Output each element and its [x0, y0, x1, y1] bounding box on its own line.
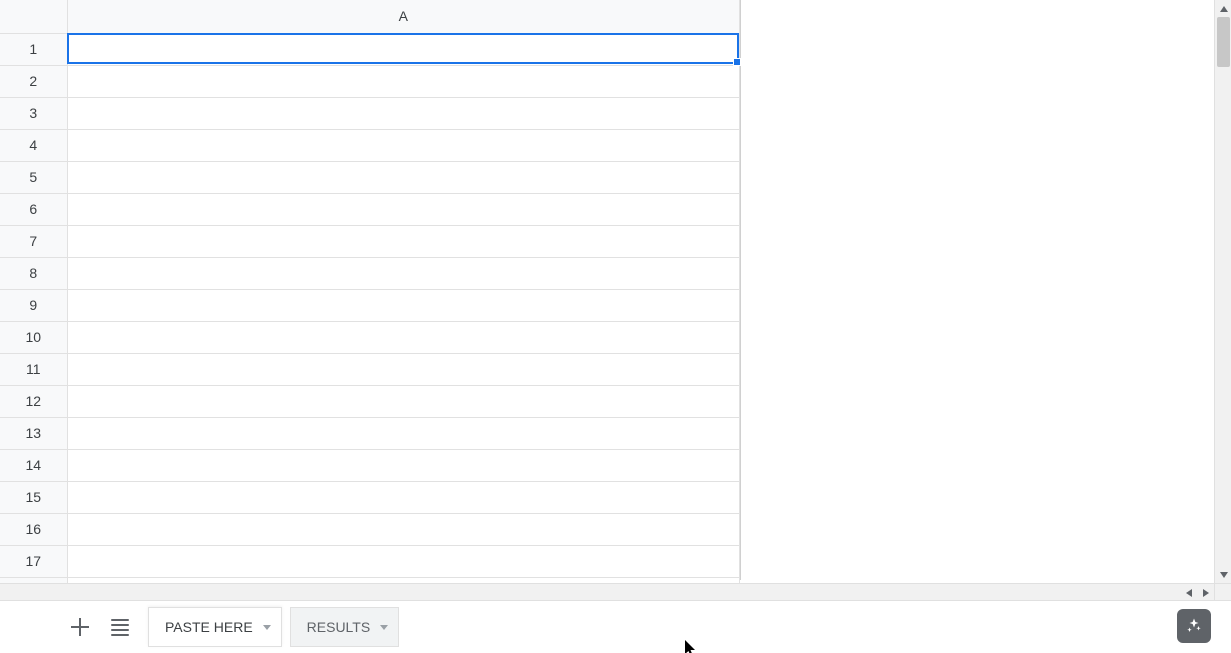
chevron-down-icon[interactable]	[380, 625, 388, 630]
select-all-corner[interactable]	[0, 0, 67, 33]
row-header[interactable]: 10	[0, 321, 67, 353]
row-header[interactable]: 8	[0, 257, 67, 289]
cell-A6[interactable]	[67, 193, 740, 225]
sheet-tab-label: RESULTS	[307, 619, 371, 635]
row-header[interactable]: 12	[0, 385, 67, 417]
row-header[interactable]: 9	[0, 289, 67, 321]
vertical-scrollbar[interactable]	[1214, 0, 1231, 583]
cell-A15[interactable]	[67, 481, 740, 513]
cell-A7[interactable]	[67, 225, 740, 257]
cell-A1[interactable]	[67, 33, 740, 65]
row-header[interactable]: 1	[0, 33, 67, 65]
spreadsheet-viewport: A 1 2 3 4 5 6 7 8 9 10 11 12 13 14 15 16…	[0, 0, 1214, 600]
row-header[interactable]: 4	[0, 129, 67, 161]
sheet-tab-label: PASTE HERE	[165, 619, 253, 635]
cell-A4[interactable]	[67, 129, 740, 161]
plus-icon	[71, 618, 89, 636]
horizontal-scrollbar[interactable]	[0, 583, 1214, 600]
add-sheet-button[interactable]	[60, 607, 100, 647]
scroll-down-button[interactable]	[1215, 566, 1231, 583]
row-header[interactable]: 7	[0, 225, 67, 257]
row-header[interactable]: 2	[0, 65, 67, 97]
cell-A3[interactable]	[67, 97, 740, 129]
cell-A2[interactable]	[67, 65, 740, 97]
cell-A8[interactable]	[67, 257, 740, 289]
cell-A13[interactable]	[67, 417, 740, 449]
cell-A16[interactable]	[67, 513, 740, 545]
row-header[interactable]: 17	[0, 545, 67, 577]
cell-A11[interactable]	[67, 353, 740, 385]
scroll-corner	[1214, 583, 1231, 600]
column-header-A[interactable]: A	[67, 0, 740, 33]
cell-A9[interactable]	[67, 289, 740, 321]
row-header[interactable]: 5	[0, 161, 67, 193]
scroll-left-button[interactable]	[1180, 584, 1197, 601]
sparkle-icon	[1185, 617, 1203, 635]
cell-A12[interactable]	[67, 385, 740, 417]
scroll-up-button[interactable]	[1215, 0, 1231, 17]
vertical-scroll-thumb[interactable]	[1217, 17, 1230, 67]
explore-button[interactable]	[1177, 609, 1211, 643]
grid-edge	[740, 0, 741, 580]
row-header[interactable]: 6	[0, 193, 67, 225]
cell-A5[interactable]	[67, 161, 740, 193]
sheet-tab-paste-here[interactable]: PASTE HERE	[148, 607, 282, 647]
sheet-tab-results[interactable]: RESULTS	[290, 607, 400, 647]
row-header[interactable]: 3	[0, 97, 67, 129]
row-header[interactable]: 13	[0, 417, 67, 449]
row-header[interactable]: 16	[0, 513, 67, 545]
cell-A14[interactable]	[67, 449, 740, 481]
grid-table: A 1 2 3 4 5 6 7 8 9 10 11 12 13 14 15 16…	[0, 0, 740, 602]
sheet-tab-bar: PASTE HERE RESULTS	[0, 600, 1231, 653]
cell-A10[interactable]	[67, 321, 740, 353]
row-header[interactable]: 11	[0, 353, 67, 385]
all-sheets-button[interactable]	[100, 607, 140, 647]
chevron-down-icon[interactable]	[263, 625, 271, 630]
scroll-right-button[interactable]	[1197, 584, 1214, 601]
cell-A17[interactable]	[67, 545, 740, 577]
row-header[interactable]: 15	[0, 481, 67, 513]
hamburger-icon	[111, 616, 129, 639]
row-header[interactable]: 14	[0, 449, 67, 481]
